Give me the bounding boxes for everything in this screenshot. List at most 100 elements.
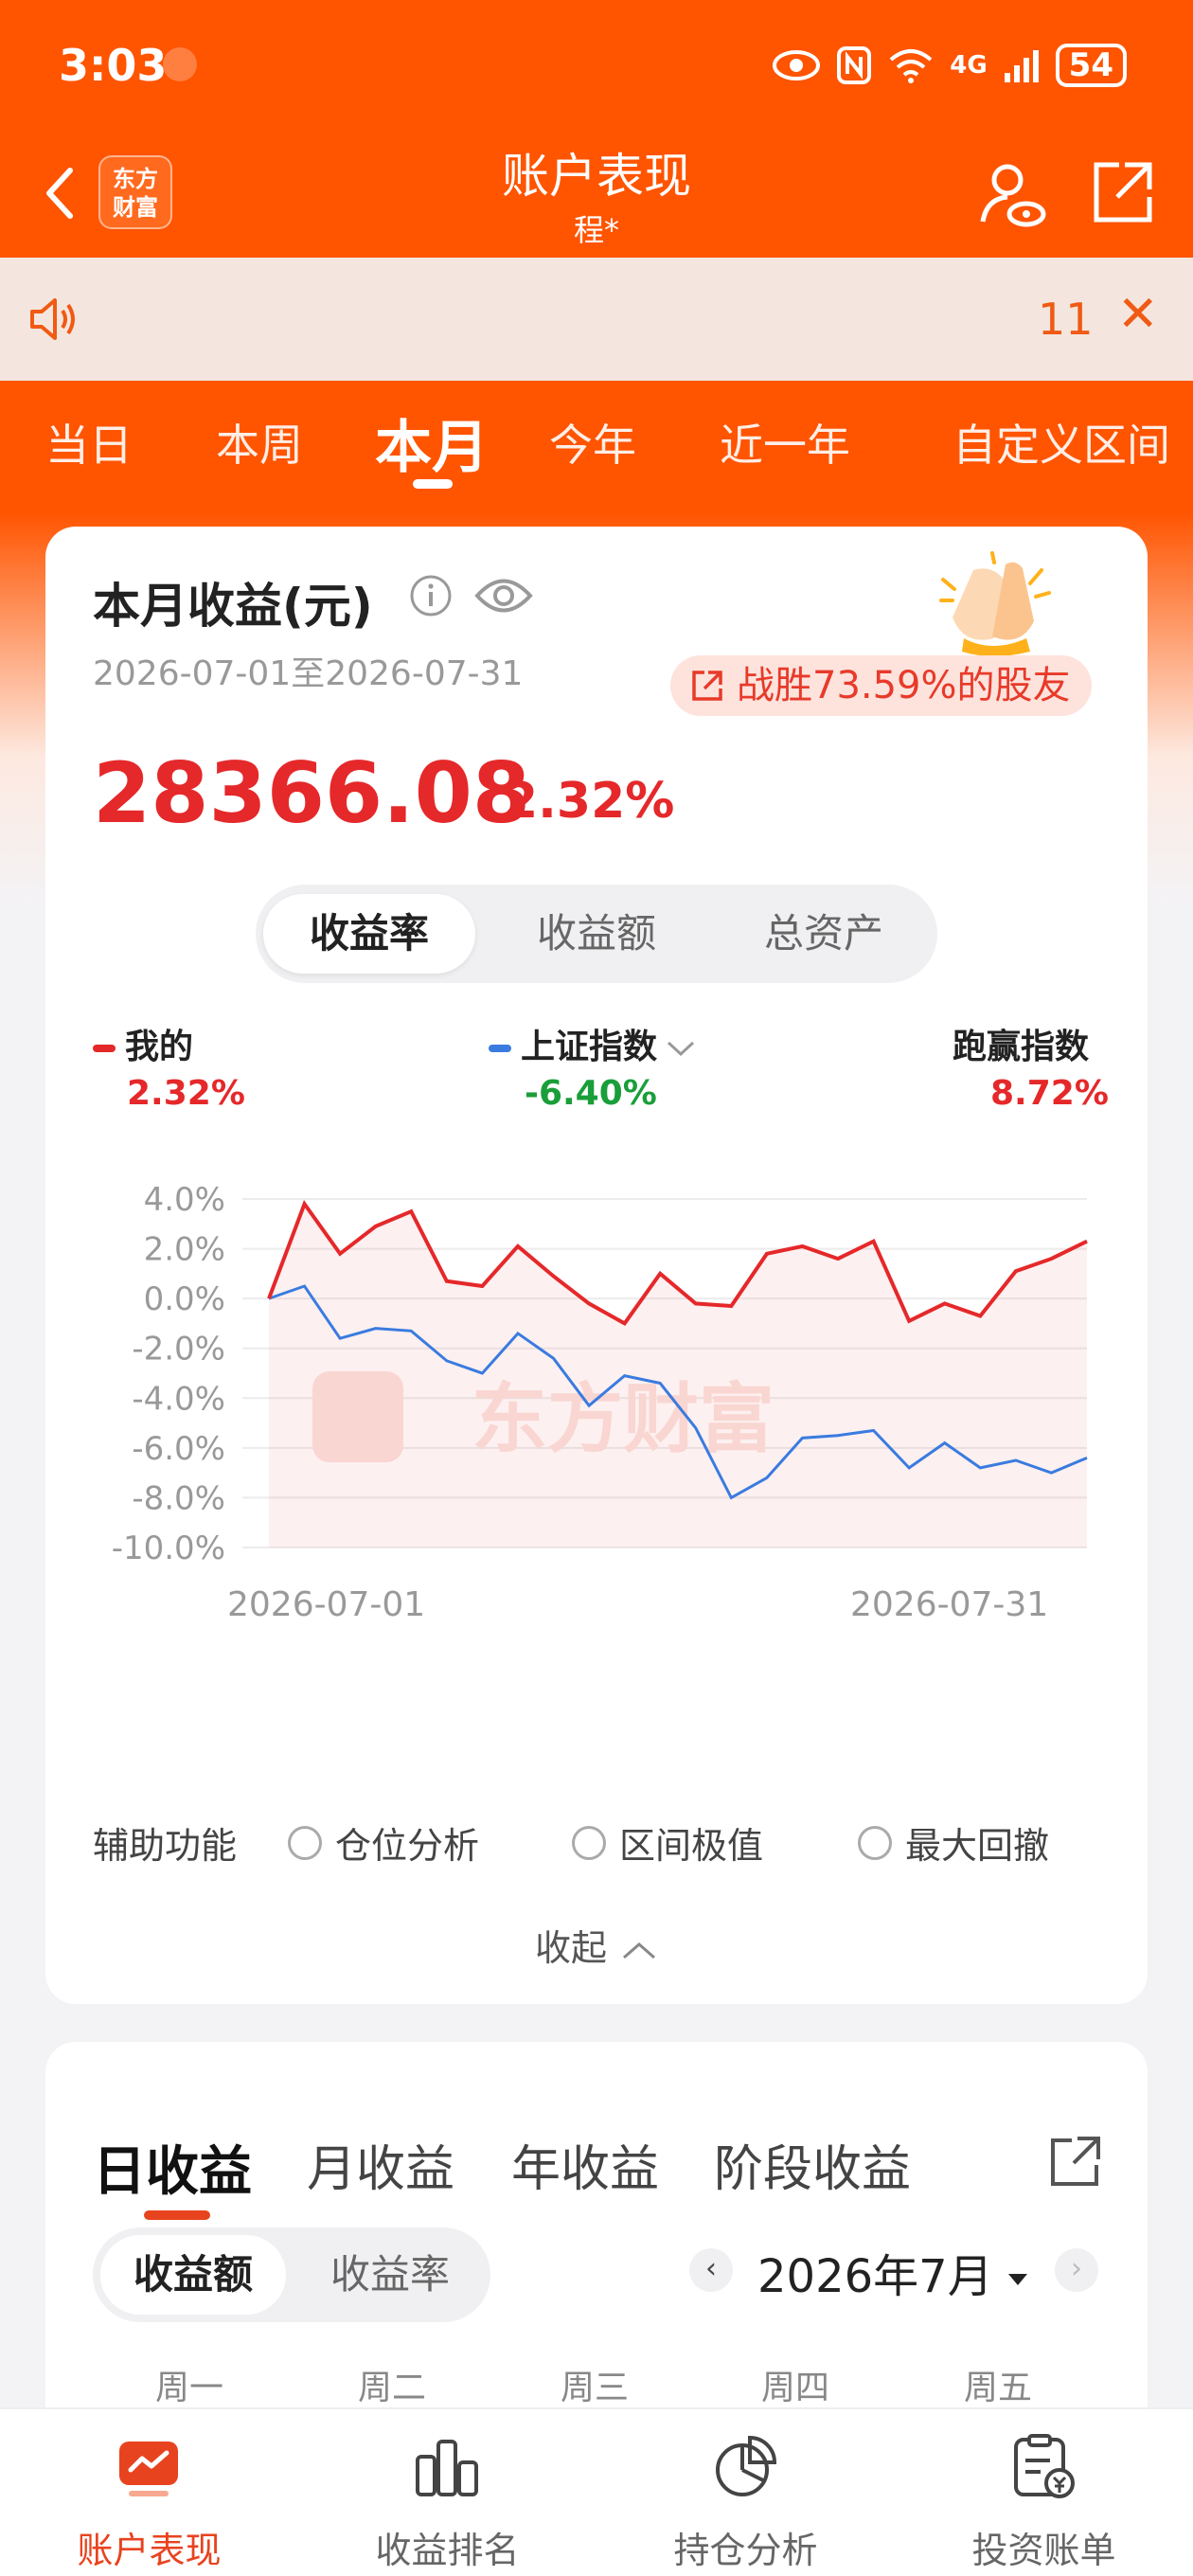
eye-icon[interactable] bbox=[473, 570, 534, 621]
active-tab-indicator bbox=[413, 479, 453, 489]
tab-monthly-income[interactable]: 月收益 bbox=[307, 2129, 454, 2200]
weekday-tue: 周二 bbox=[358, 2369, 427, 2407]
collapse-label: 收起 bbox=[534, 1927, 607, 1969]
share-small-icon bbox=[692, 671, 722, 701]
wifi-icon bbox=[889, 49, 933, 83]
export-icon[interactable] bbox=[1087, 157, 1157, 227]
aux-label: 辅助功能 bbox=[93, 1825, 238, 1867]
aux-option-drawdown-label: 最大回撤 bbox=[905, 1825, 1050, 1867]
radio-position[interactable] bbox=[288, 1825, 322, 1860]
aux-option-extremes[interactable]: 区间极值 bbox=[572, 1816, 763, 1869]
tab-yearly-income[interactable]: 年收益 bbox=[511, 2129, 659, 2200]
nav-label-ranking: 收益排名 bbox=[375, 2530, 520, 2571]
tab-this-year[interactable]: 今年 bbox=[549, 411, 636, 474]
segment-return-rate[interactable]: 收益率 bbox=[263, 894, 475, 974]
network-type: 4G bbox=[950, 51, 988, 80]
pie-chart-icon bbox=[716, 2435, 777, 2496]
weekday-fri: 周五 bbox=[964, 2369, 1033, 2407]
segment-income-rate[interactable]: 收益率 bbox=[297, 2235, 483, 2315]
info-icon[interactable] bbox=[409, 574, 453, 617]
x-start-label: 2026-07-01 bbox=[227, 1585, 425, 1624]
legend-index-swatch bbox=[489, 1045, 511, 1052]
revenue-card: 本月收益(元) 2026-07-01至2026-07-31 战胜73.59%的股… bbox=[45, 527, 1148, 2004]
tab-this-month[interactable]: 本月 bbox=[375, 402, 489, 484]
aux-option-extremes-label: 区间极值 bbox=[619, 1825, 764, 1867]
next-month-button[interactable]: › bbox=[1055, 2248, 1098, 2292]
speaker-icon bbox=[30, 298, 75, 340]
y-tick-label: -10.0% bbox=[112, 1530, 225, 1567]
y-tick-label: -8.0% bbox=[132, 1479, 225, 1517]
income-segment-control: 收益额 收益率 bbox=[93, 2227, 490, 2322]
tab-stage-income[interactable]: 阶段收益 bbox=[714, 2129, 911, 2200]
legend-beat-label: 跑赢指数 bbox=[953, 1028, 1090, 1066]
beat-percent-badge[interactable]: 战胜73.59%的股友 bbox=[670, 655, 1092, 716]
nfc-icon bbox=[837, 46, 872, 84]
revenue-amount: 28366.08 bbox=[93, 744, 531, 842]
aux-option-drawdown[interactable]: 最大回撤 bbox=[858, 1816, 1049, 1869]
legend-mine: 我的 bbox=[93, 1019, 193, 1068]
close-icon[interactable]: ✕ bbox=[1117, 286, 1159, 343]
legend-mine-value: 2.32% bbox=[127, 1074, 245, 1113]
legend-mine-swatch bbox=[93, 1045, 116, 1052]
chevron-down-icon bbox=[667, 1041, 695, 1057]
y-tick-label: -4.0% bbox=[132, 1380, 225, 1418]
nav-label-holding: 持仓分析 bbox=[673, 2530, 818, 2571]
share-icon[interactable] bbox=[1047, 2133, 1104, 2190]
nav-income-ranking[interactable]: 收益排名 bbox=[298, 2409, 596, 2576]
tab-this-week[interactable]: 本周 bbox=[216, 411, 303, 474]
tab-daily-income[interactable]: 日收益 bbox=[93, 2129, 252, 2206]
nav-holding-analysis[interactable]: 持仓分析 bbox=[596, 2409, 895, 2576]
aux-option-position[interactable]: 仓位分析 bbox=[288, 1816, 479, 1869]
return-chart[interactable]: 4.0%2.0%0.0%-2.0%-4.0%-6.0%-8.0%-10.0% 东… bbox=[45, 1133, 1148, 1663]
status-time: 3:03 bbox=[59, 40, 168, 91]
tab-custom-range[interactable]: 自定义区间 bbox=[953, 411, 1170, 474]
clapping-hands-icon bbox=[939, 551, 1051, 655]
y-tick-label: -6.0% bbox=[132, 1430, 225, 1468]
nav-label-performance: 账户表现 bbox=[77, 2530, 222, 2571]
nav-investment-bill[interactable]: 投资账单 bbox=[895, 2409, 1193, 2576]
notice-bar[interactable]: 11 ✕ bbox=[0, 258, 1193, 381]
month-label: 2026年7月 bbox=[757, 2250, 993, 2303]
radio-drawdown[interactable] bbox=[858, 1825, 892, 1860]
mine-area bbox=[269, 1204, 1087, 1547]
signal-icon bbox=[1004, 50, 1039, 82]
weekday-mon: 周一 bbox=[155, 2369, 224, 2407]
weekday-wed: 周三 bbox=[561, 2369, 630, 2407]
segment-total-assets[interactable]: 总资产 bbox=[718, 894, 930, 974]
bottom-nav: 账户表现 收益排名 持仓分析 投资账单 bbox=[0, 2407, 1193, 2576]
aux-option-position-label: 仓位分析 bbox=[335, 1825, 480, 1867]
collapse-button[interactable]: 收起 bbox=[45, 1919, 1148, 1971]
nav-label-bill: 投资账单 bbox=[971, 2530, 1116, 2571]
revenue-percent: 2.32% bbox=[504, 773, 675, 830]
y-tick-label: -2.0% bbox=[132, 1331, 225, 1368]
status-bar: 3:03 4G 54 bbox=[0, 0, 1193, 133]
nav-account-performance[interactable]: 账户表现 bbox=[0, 2409, 298, 2576]
y-tick-label: 0.0% bbox=[144, 1280, 225, 1318]
user-privacy-icon[interactable] bbox=[975, 157, 1051, 233]
period-tabs: 当日 本周 本月 今年 近一年 自定义区间 bbox=[0, 381, 1193, 532]
chevron-up-icon bbox=[623, 1941, 655, 1959]
income-tab-indicator bbox=[144, 2210, 210, 2220]
bill-icon bbox=[1014, 2434, 1075, 2498]
segment-income-amount[interactable]: 收益额 bbox=[100, 2235, 286, 2315]
bar-ranking-icon bbox=[416, 2440, 478, 2496]
tab-today[interactable]: 当日 bbox=[45, 411, 133, 474]
y-tick-label: 4.0% bbox=[144, 1181, 225, 1219]
performance-icon bbox=[119, 2442, 178, 2496]
segment-return-amount[interactable]: 收益额 bbox=[490, 894, 703, 974]
legend-index[interactable]: 上证指数 bbox=[489, 1019, 697, 1068]
legend-beat-value: 8.72% bbox=[990, 1074, 1109, 1113]
prev-month-button[interactable]: ‹ bbox=[689, 2248, 733, 2292]
x-end-label: 2026-07-31 bbox=[850, 1585, 1048, 1624]
date-range: 2026-07-01至2026-07-31 bbox=[93, 654, 524, 693]
legend-index-label: 上证指数 bbox=[521, 1028, 658, 1066]
tab-last-year[interactable]: 近一年 bbox=[720, 411, 850, 474]
app-notification-icon bbox=[163, 47, 197, 81]
status-icons: 4G 54 bbox=[772, 44, 1127, 87]
radio-extremes[interactable] bbox=[572, 1825, 606, 1860]
battery-indicator: 54 bbox=[1055, 44, 1127, 87]
eye-status-icon bbox=[773, 50, 821, 80]
weekday-thu: 周四 bbox=[761, 2369, 830, 2407]
month-selector[interactable]: 2026年7月 bbox=[757, 2239, 1031, 2305]
y-tick-label: 2.0% bbox=[144, 1231, 225, 1269]
